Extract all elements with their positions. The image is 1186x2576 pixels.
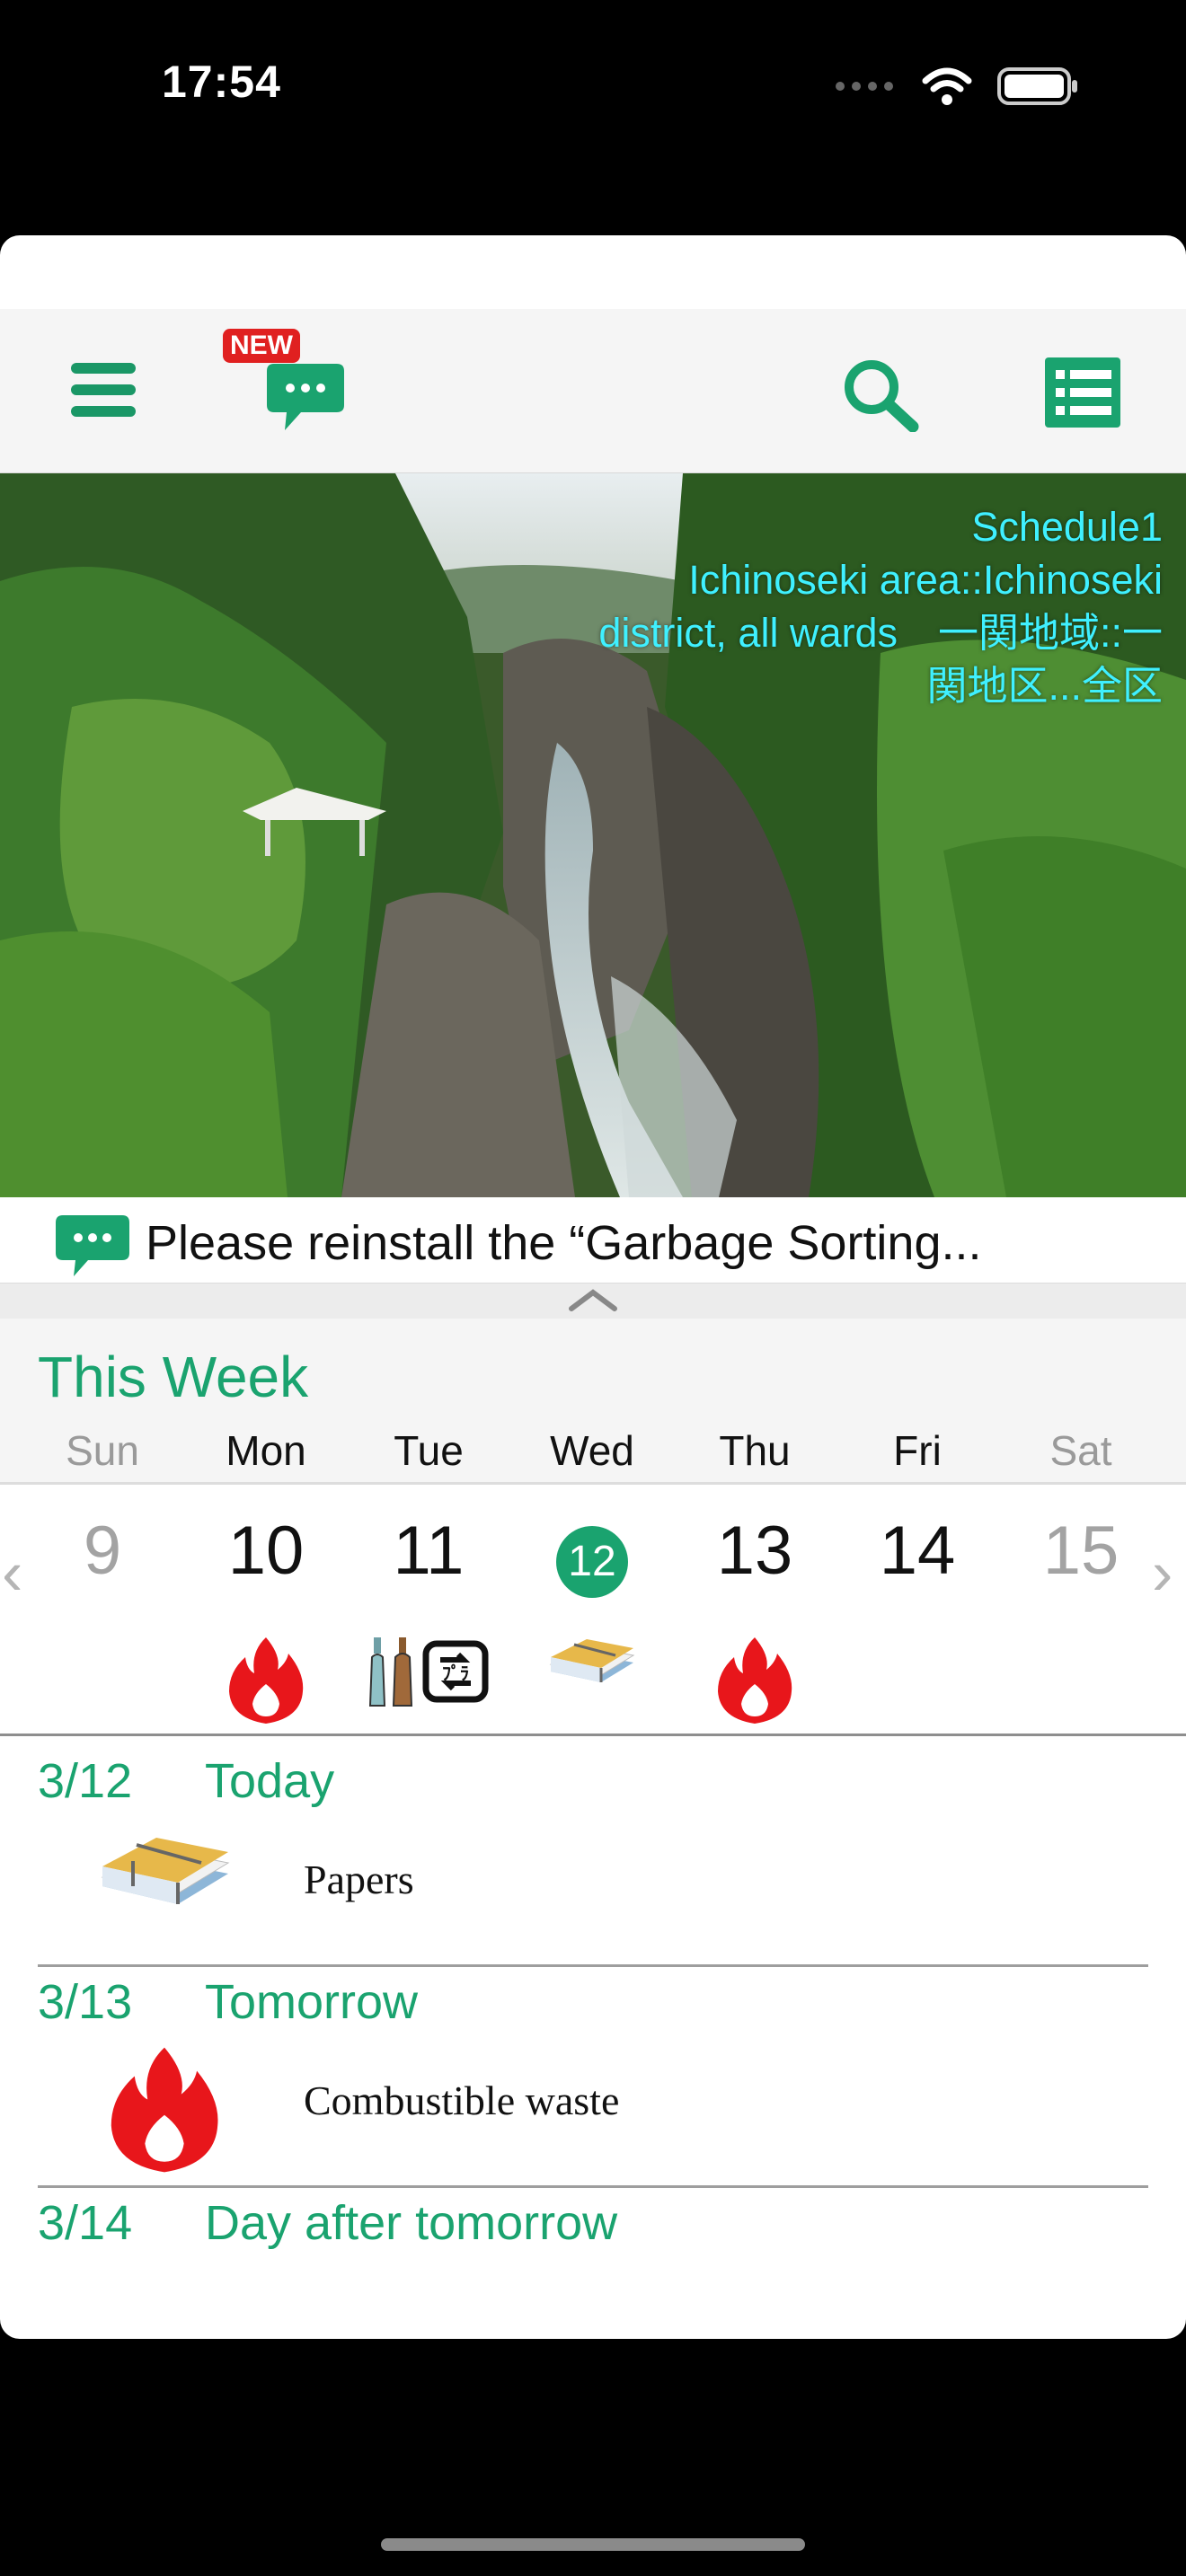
entry-item: Papers xyxy=(304,1857,414,1902)
news-banner[interactable]: Please reinstall the “Garbage Sorting... xyxy=(0,1197,1186,1287)
schedule-name: Schedule1 xyxy=(971,504,1163,550)
papers-icon xyxy=(101,1838,230,1904)
date-sat[interactable]: 15 xyxy=(1000,1512,1162,1590)
wed-icons xyxy=(511,1636,673,1698)
mon-icons xyxy=(185,1636,347,1725)
entry-item: Combustible waste xyxy=(304,2078,620,2123)
dayname-wed: Wed xyxy=(550,1427,634,1474)
status-time: 17:54 xyxy=(162,57,281,107)
bottles-icon xyxy=(368,1637,413,1707)
dayname-tue: Tue xyxy=(394,1427,464,1474)
entry-date: 3/13 xyxy=(38,1975,133,2029)
dayname-sat: Sat xyxy=(1049,1427,1112,1474)
speech-bubble-icon xyxy=(56,1215,129,1276)
cellular-icon xyxy=(836,82,893,91)
date-fri[interactable]: 14 xyxy=(836,1512,998,1590)
news-text: Please reinstall the “Garbage Sorting... xyxy=(146,1216,982,1270)
recycle-icon: ﾌﾟﾗ xyxy=(422,1640,489,1703)
collapse-handle[interactable] xyxy=(0,1283,1186,1319)
dayname-mon: Mon xyxy=(226,1427,306,1474)
dayname-thu: Thu xyxy=(719,1427,791,1474)
today-marker: 12 xyxy=(556,1526,628,1598)
search-icon xyxy=(845,360,919,432)
week-title: This Week xyxy=(38,1345,309,1409)
schedule-overlay: Schedule1 Ichinoseki area::Ichinoseki di… xyxy=(598,500,1163,712)
toolbar: NEW xyxy=(0,309,1186,475)
entry-date: 3/14 xyxy=(38,2196,133,2250)
status-icons xyxy=(834,66,1078,106)
speech-bubble-icon xyxy=(267,364,344,430)
battery-icon xyxy=(997,67,1077,105)
entry-label: Today xyxy=(205,1754,335,1808)
papers-icon xyxy=(549,1639,635,1682)
date-sun[interactable]: 9 xyxy=(22,1512,183,1590)
flame-icon xyxy=(111,2047,218,2173)
flame-icon xyxy=(229,1637,304,1724)
dayname-sun: Sun xyxy=(66,1427,139,1474)
divider xyxy=(0,1734,1186,1736)
hero-image: Schedule1 Ichinoseki area::Ichinoseki di… xyxy=(0,473,1186,1197)
date-mon[interactable]: 10 xyxy=(185,1512,347,1590)
schedule-entry-today[interactable]: 3/12 Today Papers xyxy=(38,1746,1148,1967)
hamburger-menu-icon xyxy=(71,363,136,417)
search-button[interactable] xyxy=(836,354,925,435)
schedule-entry-tomorrow[interactable]: 3/13 Tomorrow Combustible waste xyxy=(38,1967,1148,2188)
new-badge: NEW xyxy=(223,329,300,363)
date-tue[interactable]: 11 xyxy=(348,1512,509,1590)
week-dates: ‹ › 9 10 11 12 13 14 15 ﾌﾟﾗ xyxy=(0,1482,1186,1736)
entry-label: Day after tomorrow xyxy=(205,2196,618,2250)
wifi-icon xyxy=(922,67,972,105)
area-line-1: Ichinoseki area::Ichinoseki xyxy=(688,557,1163,603)
app-card: NEW Schedule1 Ichinoseki area::Ichinosek… xyxy=(0,235,1186,2339)
home-indicator[interactable] xyxy=(381,2538,805,2551)
prev-week-arrow[interactable]: ‹ xyxy=(2,1537,22,1609)
week-header: This Week Sun Mon Tue Wed Thu Fri Sat xyxy=(0,1319,1186,1484)
area-line-2: district, all wards 一関地域::一 xyxy=(598,610,1163,656)
thu-icons xyxy=(674,1636,836,1725)
entry-label: Tomorrow xyxy=(205,1975,419,2029)
tue-icons: ﾌﾟﾗ xyxy=(348,1636,509,1707)
date-thu[interactable]: 13 xyxy=(674,1512,836,1590)
area-line-3: 関地区...全区 xyxy=(926,663,1163,709)
flame-icon xyxy=(718,1637,792,1724)
messages-button[interactable] xyxy=(261,357,350,438)
schedule-list: 3/12 Today Papers 3/13 Tomorrow Combusti… xyxy=(38,1746,1148,2278)
chevron-up-icon xyxy=(569,1289,617,1311)
schedule-entry-day-after-tomorrow[interactable]: 3/14 Day after tomorrow xyxy=(38,2188,1148,2278)
dayname-fri: Fri xyxy=(893,1427,942,1474)
list-button[interactable] xyxy=(1040,354,1125,431)
entry-date: 3/12 xyxy=(38,1754,133,1808)
list-icon xyxy=(1045,357,1120,428)
date-wed-today[interactable]: 12 xyxy=(511,1513,673,1598)
svg-text:ﾌﾟﾗ: ﾌﾟﾗ xyxy=(442,1663,469,1684)
menu-button[interactable] xyxy=(63,354,144,426)
